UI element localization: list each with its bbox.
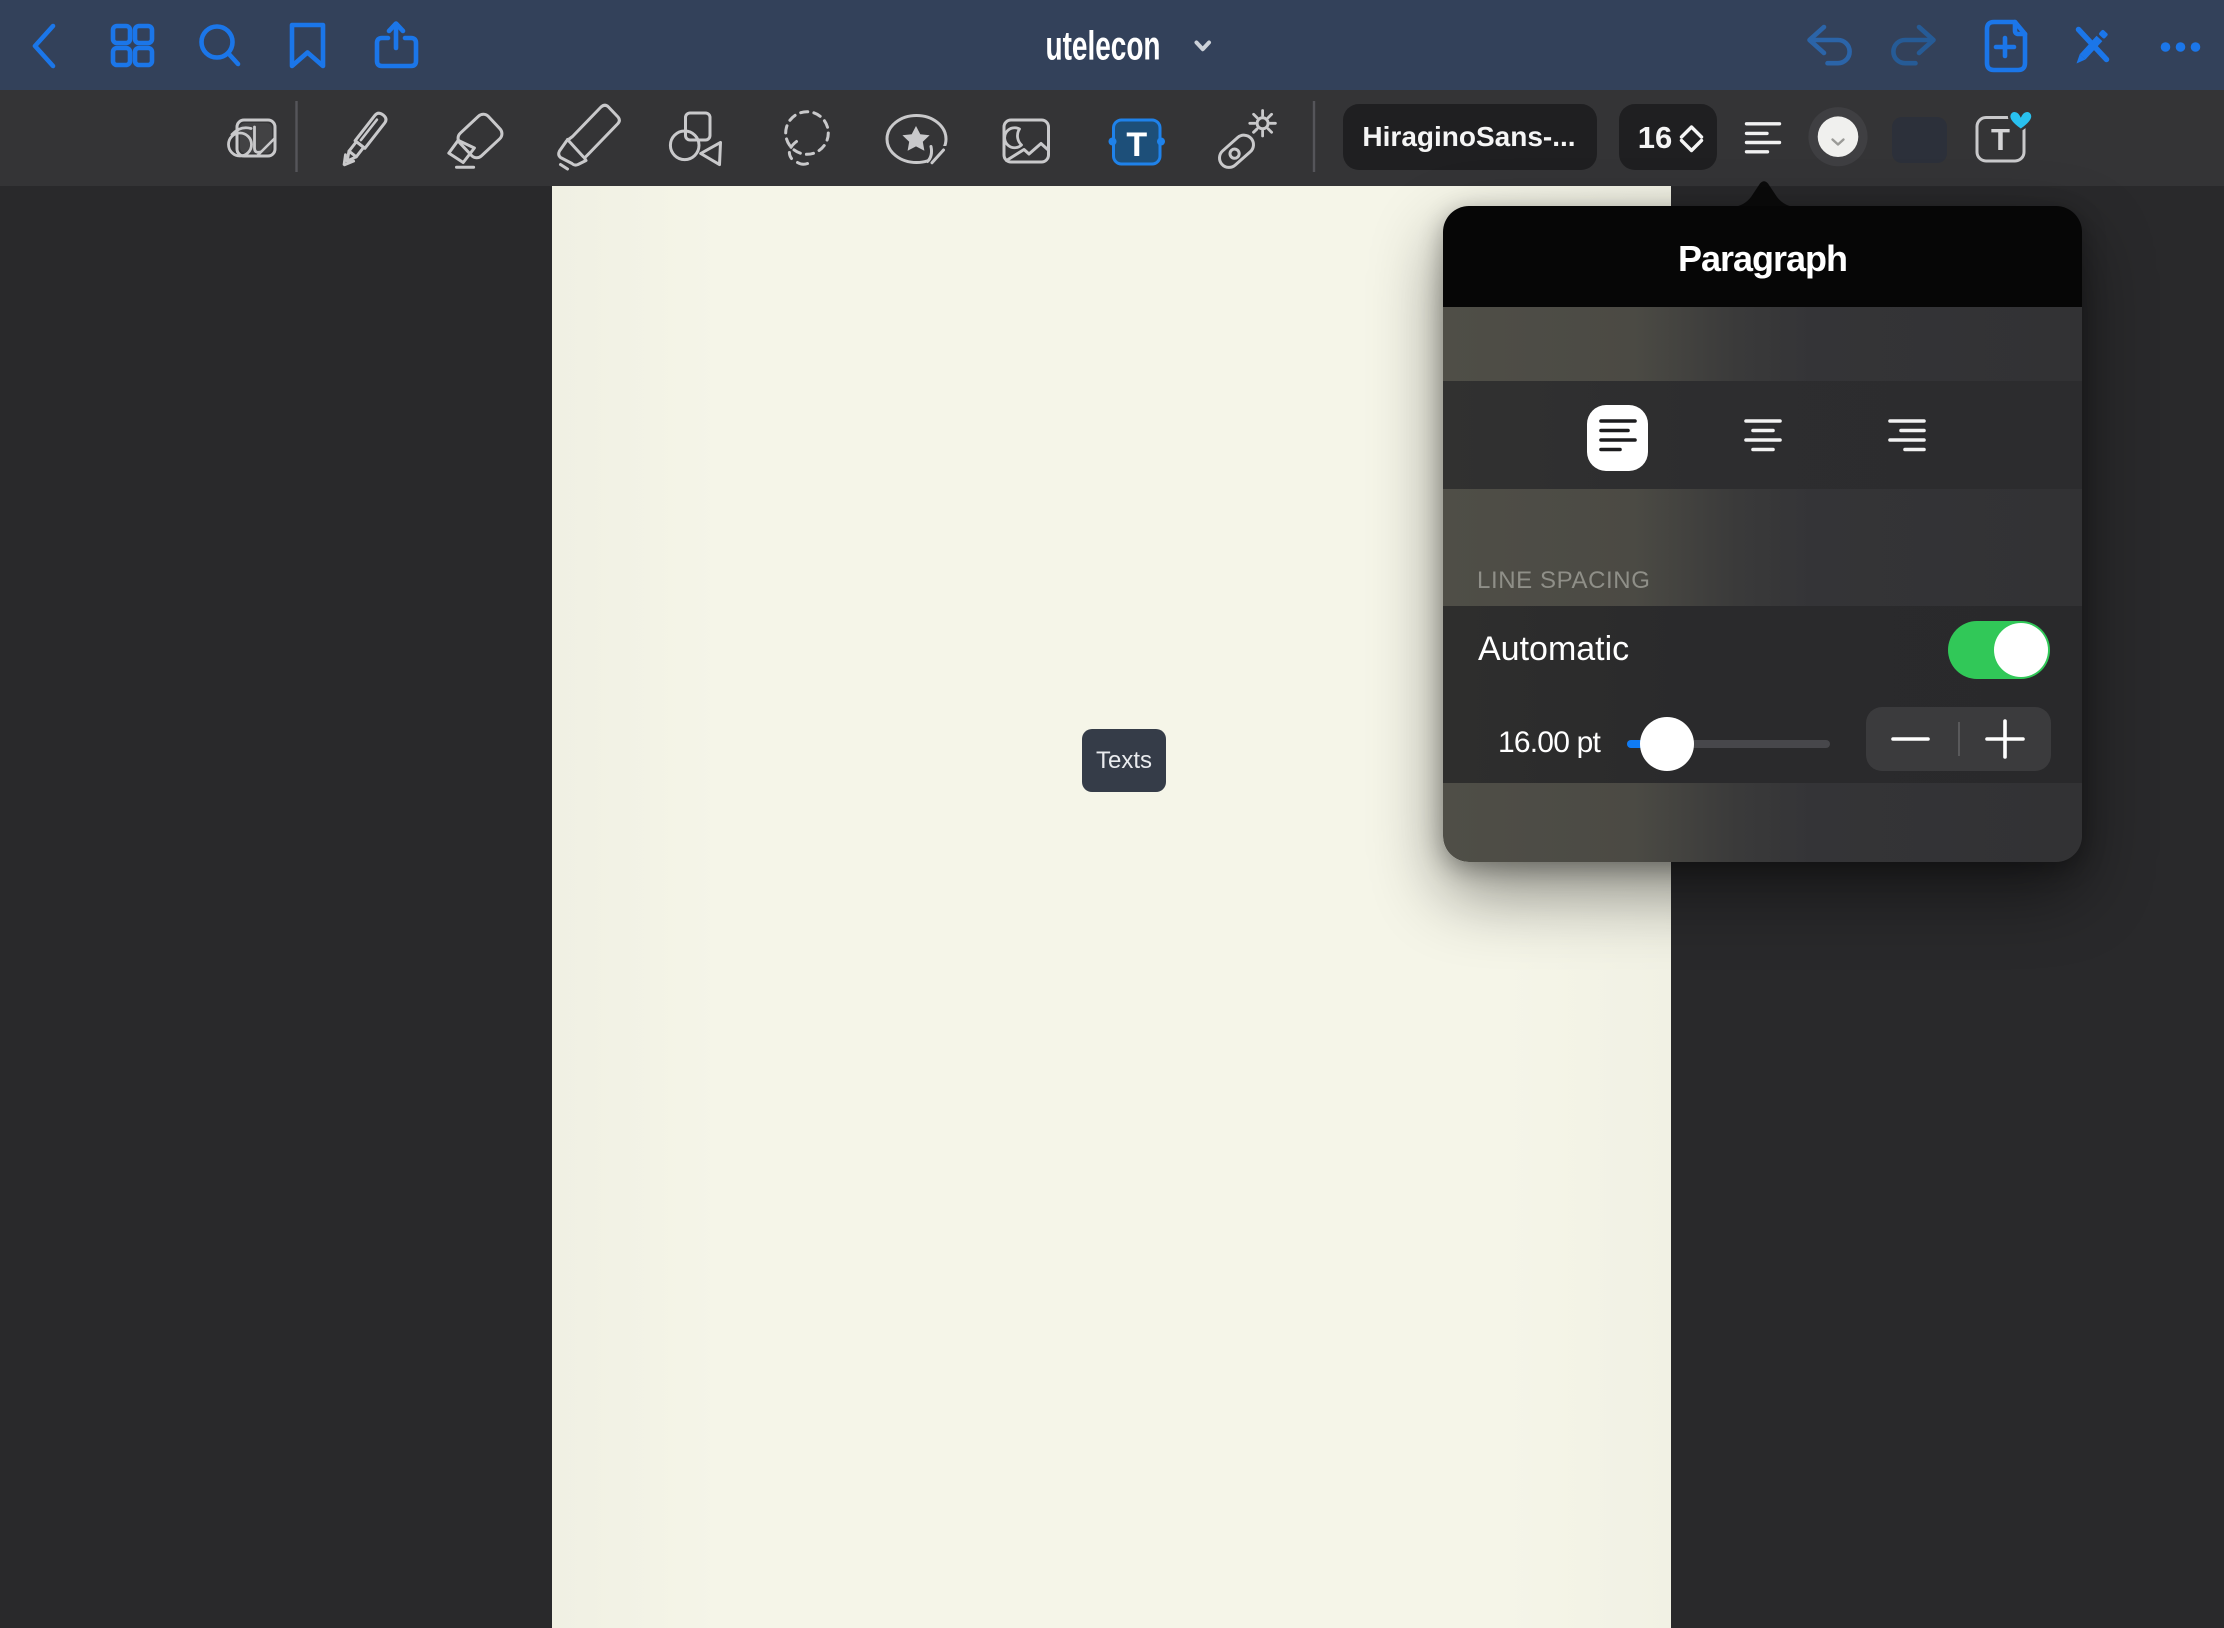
svg-text:HiraginoSans-...: HiraginoSans-... [1362, 121, 1575, 152]
svg-text:16: 16 [1638, 120, 1672, 155]
svg-text:utelecon: utelecon [1046, 23, 1161, 69]
svg-text:T: T [1126, 126, 1147, 164]
svg-text:T: T [1991, 122, 2010, 157]
